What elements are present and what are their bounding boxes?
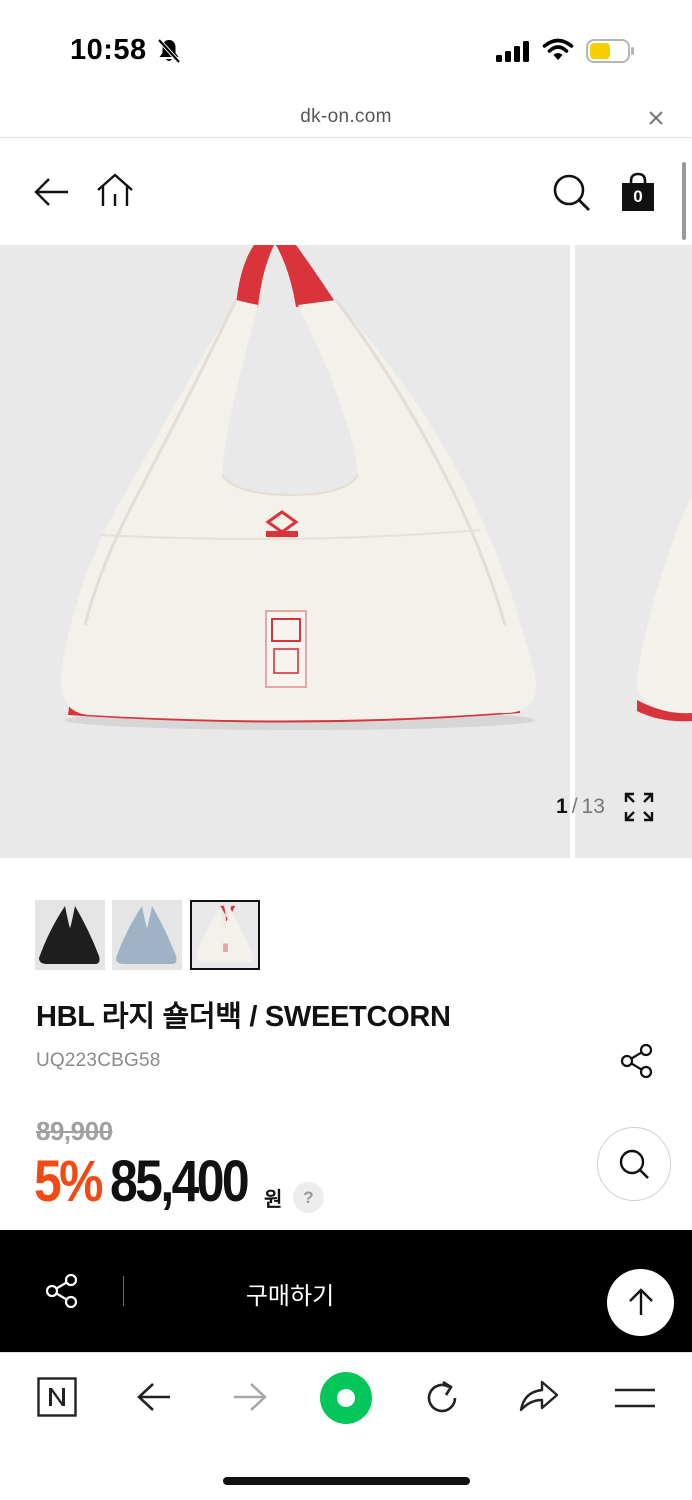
close-icon[interactable] bbox=[646, 108, 666, 128]
fullscreen-expand-icon[interactable] bbox=[624, 792, 654, 822]
cart-count: 0 bbox=[633, 187, 643, 206]
cart-button[interactable]: 0 bbox=[620, 172, 656, 212]
wifi-icon bbox=[542, 38, 574, 60]
page-scrollbar[interactable] bbox=[682, 162, 686, 240]
product-image-main[interactable] bbox=[0, 245, 570, 858]
scroll-to-top-button[interactable] bbox=[607, 1269, 674, 1336]
price-help-button[interactable]: ? bbox=[293, 1182, 324, 1213]
thumbnail-sweetcorn-image bbox=[192, 902, 258, 968]
top-navigation: 0 bbox=[0, 139, 692, 245]
floating-search-button[interactable] bbox=[597, 1127, 671, 1201]
image-counter-total: 13 bbox=[581, 795, 605, 818]
purchase-bar: 구매하기 bbox=[0, 1230, 692, 1352]
sale-price: 85,400 bbox=[110, 1149, 250, 1214]
home-indicator[interactable] bbox=[223, 1477, 470, 1485]
share-icon[interactable] bbox=[620, 1043, 654, 1079]
thumbnail-black[interactable] bbox=[35, 900, 105, 970]
url-text[interactable]: dk-on.com bbox=[0, 106, 692, 128]
product-code: UQ223CBG58 bbox=[36, 1050, 161, 1071]
back-arrow-icon[interactable] bbox=[33, 177, 71, 207]
status-time: 10:58 bbox=[70, 34, 147, 66]
send-share-icon[interactable] bbox=[518, 1378, 560, 1414]
product-title: HBL 라지 숄더백 / SWEETCORN bbox=[36, 1001, 451, 1033]
search-icon bbox=[619, 1149, 649, 1179]
thumbnail-sweetcorn[interactable] bbox=[190, 900, 260, 970]
buy-button-label: 구매하기 bbox=[245, 1283, 335, 1310]
currency-unit: 원 bbox=[264, 1189, 283, 1211]
image-counter-separator: / bbox=[571, 795, 578, 818]
naver-n-icon[interactable] bbox=[37, 1377, 77, 1417]
thumbnail-blue[interactable] bbox=[112, 900, 182, 970]
original-price: 89,900 bbox=[36, 1116, 113, 1146]
status-bar: 10:58 bbox=[0, 0, 692, 100]
discount-rate: 5% bbox=[34, 1149, 104, 1214]
product-image-gallery[interactable] bbox=[0, 245, 692, 858]
home-icon[interactable] bbox=[95, 172, 135, 208]
menu-icon[interactable] bbox=[614, 1386, 656, 1410]
search-icon[interactable] bbox=[552, 173, 592, 213]
arrow-up-icon bbox=[629, 1288, 653, 1315]
browser-back-icon[interactable] bbox=[136, 1381, 172, 1413]
reload-icon[interactable] bbox=[422, 1378, 462, 1418]
image-counter-current: 1 bbox=[556, 795, 568, 818]
battery-icon bbox=[586, 39, 634, 63]
image-counter: 1/13 bbox=[556, 795, 605, 819]
browser-forward-icon[interactable] bbox=[232, 1381, 268, 1413]
cellular-signal-icon bbox=[496, 41, 529, 62]
green-dot-icon[interactable] bbox=[319, 1371, 373, 1425]
buy-button[interactable]: 구매하기 bbox=[0, 1276, 692, 1311]
bell-muted-icon bbox=[157, 38, 181, 64]
browser-url-bar[interactable]: dk-on.com bbox=[0, 100, 692, 138]
product-image-next[interactable] bbox=[575, 245, 692, 858]
